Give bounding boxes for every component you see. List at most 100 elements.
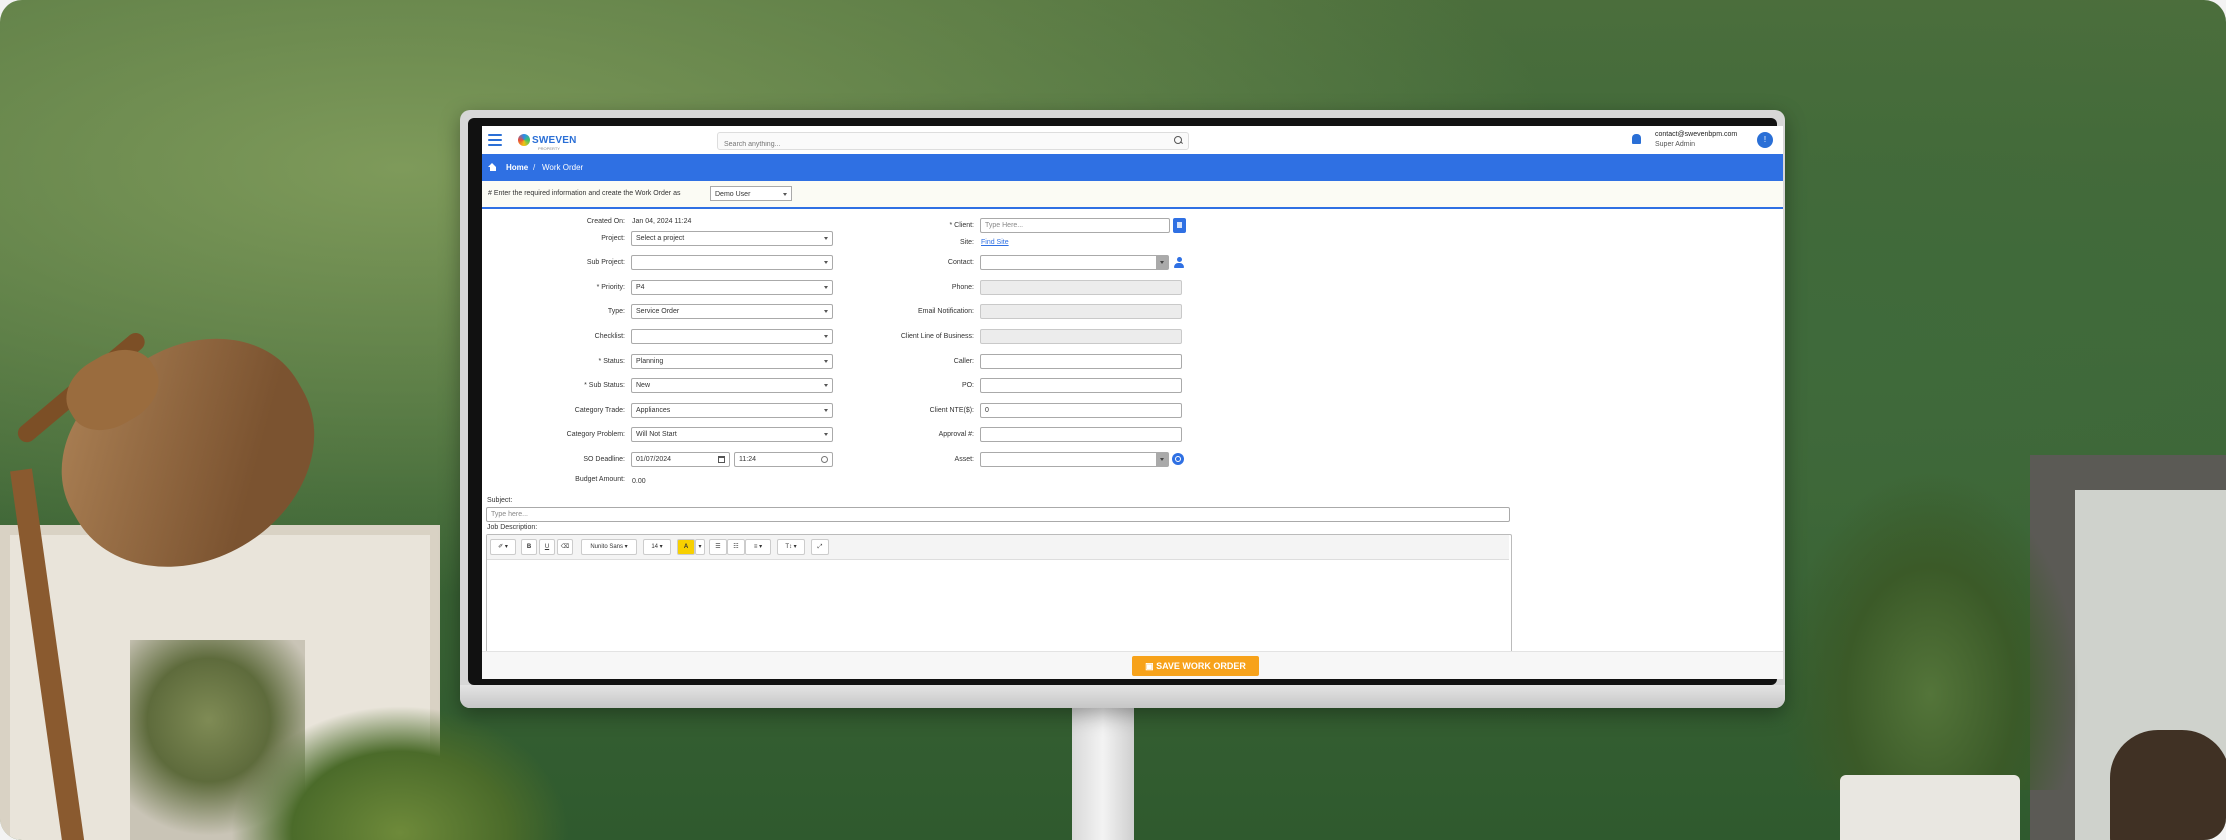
created-on-label: Created On: [586,218,625,225]
so-deadline-date-input[interactable]: 01/07/2024 [631,452,730,467]
plant-pot [1840,775,2020,840]
monitor-stand [1072,705,1134,840]
client-nte-label: Client NTE($): [929,407,974,414]
email-notification-field [980,304,1182,319]
client-line-of-business-field [980,329,1182,344]
project-value: Select a project [636,235,685,242]
font-size-dropdown[interactable]: 14 ▾ [643,539,671,555]
paragraph-align-dropdown[interactable]: ≡ ▾ [745,539,771,555]
category-trade-label: Category Trade: [574,407,625,414]
sub-status-label: * Sub Status: [584,382,625,389]
budget-amount-value: 0.00 [632,478,646,485]
save-work-order-button[interactable]: ▣ SAVE WORK ORDER [1132,656,1259,676]
approval-input[interactable] [980,427,1182,442]
create-as-user-select[interactable]: Demo User [710,186,792,201]
save-icon: ▣ [1145,661,1157,671]
asset-locate-icon[interactable] [1172,453,1184,465]
so-deadline-label: SO Deadline: [583,456,625,463]
chevron-down-icon [824,310,828,313]
ordered-list-button[interactable]: ☷ [727,539,745,555]
type-select[interactable]: Service Order [631,304,833,319]
sub-project-select[interactable] [631,255,833,270]
user-role: Super Admin [1655,141,1696,148]
client-label: * Client: [949,222,974,229]
style-dropdown-button[interactable]: ✐ ▾ [490,539,516,555]
budget-amount-label: Budget Amount: [575,476,625,483]
checklist-label: Checklist: [594,333,625,340]
priority-label: * Priority: [596,284,625,291]
font-family-dropdown[interactable]: Nunito Sans ▾ [581,539,637,555]
form-footer: ▣ SAVE WORK ORDER [482,651,1783,679]
app-screen: SWEVEN PROPERTY contact@swevenbpm.com Su… [482,126,1783,679]
line-height-dropdown[interactable]: T↕ ▾ [777,539,805,555]
chevron-down-icon [824,261,828,264]
create-as-user-value: Demo User [715,191,751,198]
clock-icon[interactable] [821,456,828,463]
contact-dropdown-button[interactable] [1156,256,1168,269]
caller-input[interactable] [980,354,1182,369]
calendar-icon[interactable] [718,456,725,463]
email-notification-label: Email Notification: [917,308,974,315]
sub-status-value: New [636,382,651,389]
created-on-value: Jan 04, 2024 11:24 [632,218,692,225]
chevron-down-icon [824,360,828,363]
client-nte-value: 0 [985,407,989,414]
so-deadline-time-input[interactable]: 11:24 [734,452,833,467]
sub-status-select[interactable]: New [631,378,833,393]
breadcrumb-separator: / [533,163,536,172]
clear-format-button[interactable]: ⌫ [557,539,573,555]
monitor: SWEVEN PROPERTY contact@swevenbpm.com Su… [460,110,1785,708]
search-icon[interactable] [1174,136,1182,144]
user-email[interactable]: contact@swevenbpm.com [1655,131,1737,138]
find-site-link[interactable]: Find Site [981,239,1009,246]
category-trade-select[interactable]: Appliances [631,403,833,418]
breadcrumb-home-link[interactable]: Home [506,163,528,172]
project-select[interactable]: Select a project [631,231,833,246]
asset-dropdown-button[interactable] [1156,453,1168,466]
type-label: Type: [607,308,625,315]
status-select[interactable]: Planning [631,354,833,369]
underline-button[interactable]: U [539,539,555,555]
asset-label: Asset: [954,456,974,463]
po-input[interactable] [980,378,1182,393]
chevron-down-icon [824,384,828,387]
unordered-list-button[interactable]: ☰ [709,539,727,555]
client-nte-input[interactable]: 0 [980,403,1182,418]
home-icon[interactable] [488,163,497,171]
subject-input[interactable]: Type here... [486,507,1510,522]
chevron-down-icon [824,433,828,436]
asset-select[interactable] [980,452,1169,467]
instruction-text: # Enter the required information and cre… [488,190,681,197]
site-label: Site: [959,239,974,246]
project-label: Project: [601,235,625,242]
global-search[interactable] [717,132,1189,152]
chevron-down-icon [824,335,828,338]
user-avatar[interactable]: ! [1757,132,1773,148]
client-placeholder: Type Here... [985,222,1024,229]
category-problem-label: Category Problem: [566,431,625,438]
client-lookup-button[interactable] [1173,218,1186,233]
notification-bell-icon[interactable] [1632,134,1641,144]
phone-label: Phone: [951,284,974,291]
add-contact-person-icon[interactable] [1174,257,1184,269]
hamburger-menu-icon[interactable] [488,134,502,146]
font-color-caret[interactable]: ▾ [695,539,705,555]
contact-select[interactable] [980,255,1169,270]
po-label: PO: [961,382,974,389]
so-deadline-time-value: 11:24 [739,456,756,463]
category-problem-select[interactable]: Will Not Start [631,427,833,442]
chevron-down-icon [824,409,828,412]
subject-placeholder: Type here... [491,511,528,518]
subject-label: Subject: [487,497,513,504]
so-deadline-date-value: 01/07/2024 [636,456,672,463]
bold-button[interactable]: B [521,539,537,555]
fullscreen-button[interactable]: ⤢ [811,539,829,555]
checklist-select[interactable] [631,329,833,344]
font-color-button[interactable]: A [677,539,695,555]
top-navbar: SWEVEN PROPERTY contact@swevenbpm.com Su… [482,126,1783,155]
client-input[interactable]: Type Here... [980,218,1170,233]
status-label: * Status: [598,358,625,365]
search-input[interactable] [718,137,1160,152]
priority-select[interactable]: P4 [631,280,833,295]
phone-field [980,280,1182,295]
